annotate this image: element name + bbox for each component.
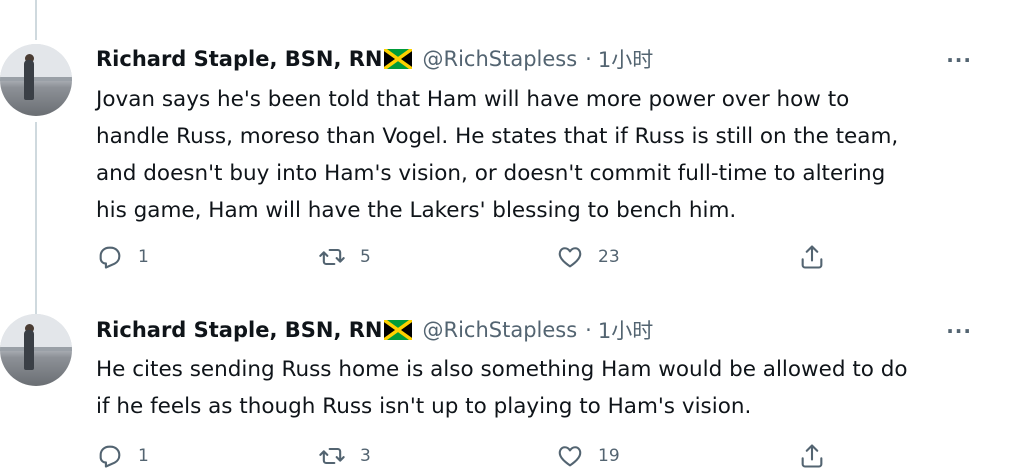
tweet-actions: 1 3 19 xyxy=(96,442,836,472)
timestamp[interactable]: 1小时 xyxy=(598,315,653,345)
more-options-button[interactable]: ··· xyxy=(946,319,972,343)
tweet-text-line: and doesn't buy into Ham's vision, or do… xyxy=(96,161,886,186)
reply-count: 1 xyxy=(138,247,149,267)
retweet-icon xyxy=(319,447,345,465)
more-options-button[interactable]: ··· xyxy=(946,48,972,72)
heart-icon xyxy=(558,446,582,467)
like-button[interactable]: 23 xyxy=(556,243,620,271)
tweet-header: Richard Staple, BSN, RN @RichStapless · … xyxy=(96,44,653,74)
jamaica-flag-icon xyxy=(384,320,413,340)
separator-dot: · xyxy=(585,47,592,71)
reply-button[interactable]: 1 xyxy=(96,442,149,470)
tweet-text-line: his game, Ham will have the Lakers' bles… xyxy=(96,198,737,223)
author-name[interactable]: Richard Staple, BSN, RN xyxy=(96,318,382,342)
share-button[interactable] xyxy=(798,442,826,470)
tweet-text-line: Jovan says he's been told that Ham will … xyxy=(96,87,850,112)
share-icon xyxy=(801,444,823,468)
tweet-text: He cites sending Russ home is also somet… xyxy=(96,351,976,425)
share-button[interactable] xyxy=(798,243,826,271)
retweet-button[interactable]: 5 xyxy=(318,243,371,271)
tweet-header: Richard Staple, BSN, RN @RichStapless · … xyxy=(96,315,653,345)
reply-icon xyxy=(99,246,121,269)
avatar[interactable] xyxy=(0,44,72,116)
tweet[interactable]: Richard Staple, BSN, RN @RichStapless · … xyxy=(0,290,1024,468)
author-handle[interactable]: @RichStapless xyxy=(422,318,577,342)
retweet-button[interactable]: 3 xyxy=(318,442,371,470)
tweet-actions: 1 5 23 xyxy=(96,243,836,273)
tweet-text: Jovan says he's been told that Ham will … xyxy=(96,81,976,229)
like-button[interactable]: 19 xyxy=(556,442,620,470)
timestamp[interactable]: 1小时 xyxy=(598,44,653,74)
retweet-icon xyxy=(319,248,345,266)
separator-dot: · xyxy=(585,318,592,342)
retweet-count: 3 xyxy=(360,446,371,466)
tweet-text-line: if he feels as though Russ isn't up to p… xyxy=(96,394,752,419)
author-handle[interactable]: @RichStapless xyxy=(422,47,577,71)
tweet-text-line: handle Russ, moreso than Vogel. He state… xyxy=(96,124,899,149)
avatar[interactable] xyxy=(0,314,72,386)
like-count: 23 xyxy=(598,247,620,267)
heart-icon xyxy=(558,247,582,268)
jamaica-flag-icon xyxy=(384,49,413,69)
reply-count: 1 xyxy=(138,446,149,466)
tweet-text-line: He cites sending Russ home is also somet… xyxy=(96,357,908,382)
retweet-count: 5 xyxy=(360,247,371,267)
author-name[interactable]: Richard Staple, BSN, RN xyxy=(96,47,382,71)
tweet[interactable]: Richard Staple, BSN, RN @RichStapless · … xyxy=(0,0,1024,290)
reply-icon xyxy=(99,445,121,468)
like-count: 19 xyxy=(598,446,620,466)
reply-button[interactable]: 1 xyxy=(96,243,149,271)
share-icon xyxy=(801,245,823,269)
